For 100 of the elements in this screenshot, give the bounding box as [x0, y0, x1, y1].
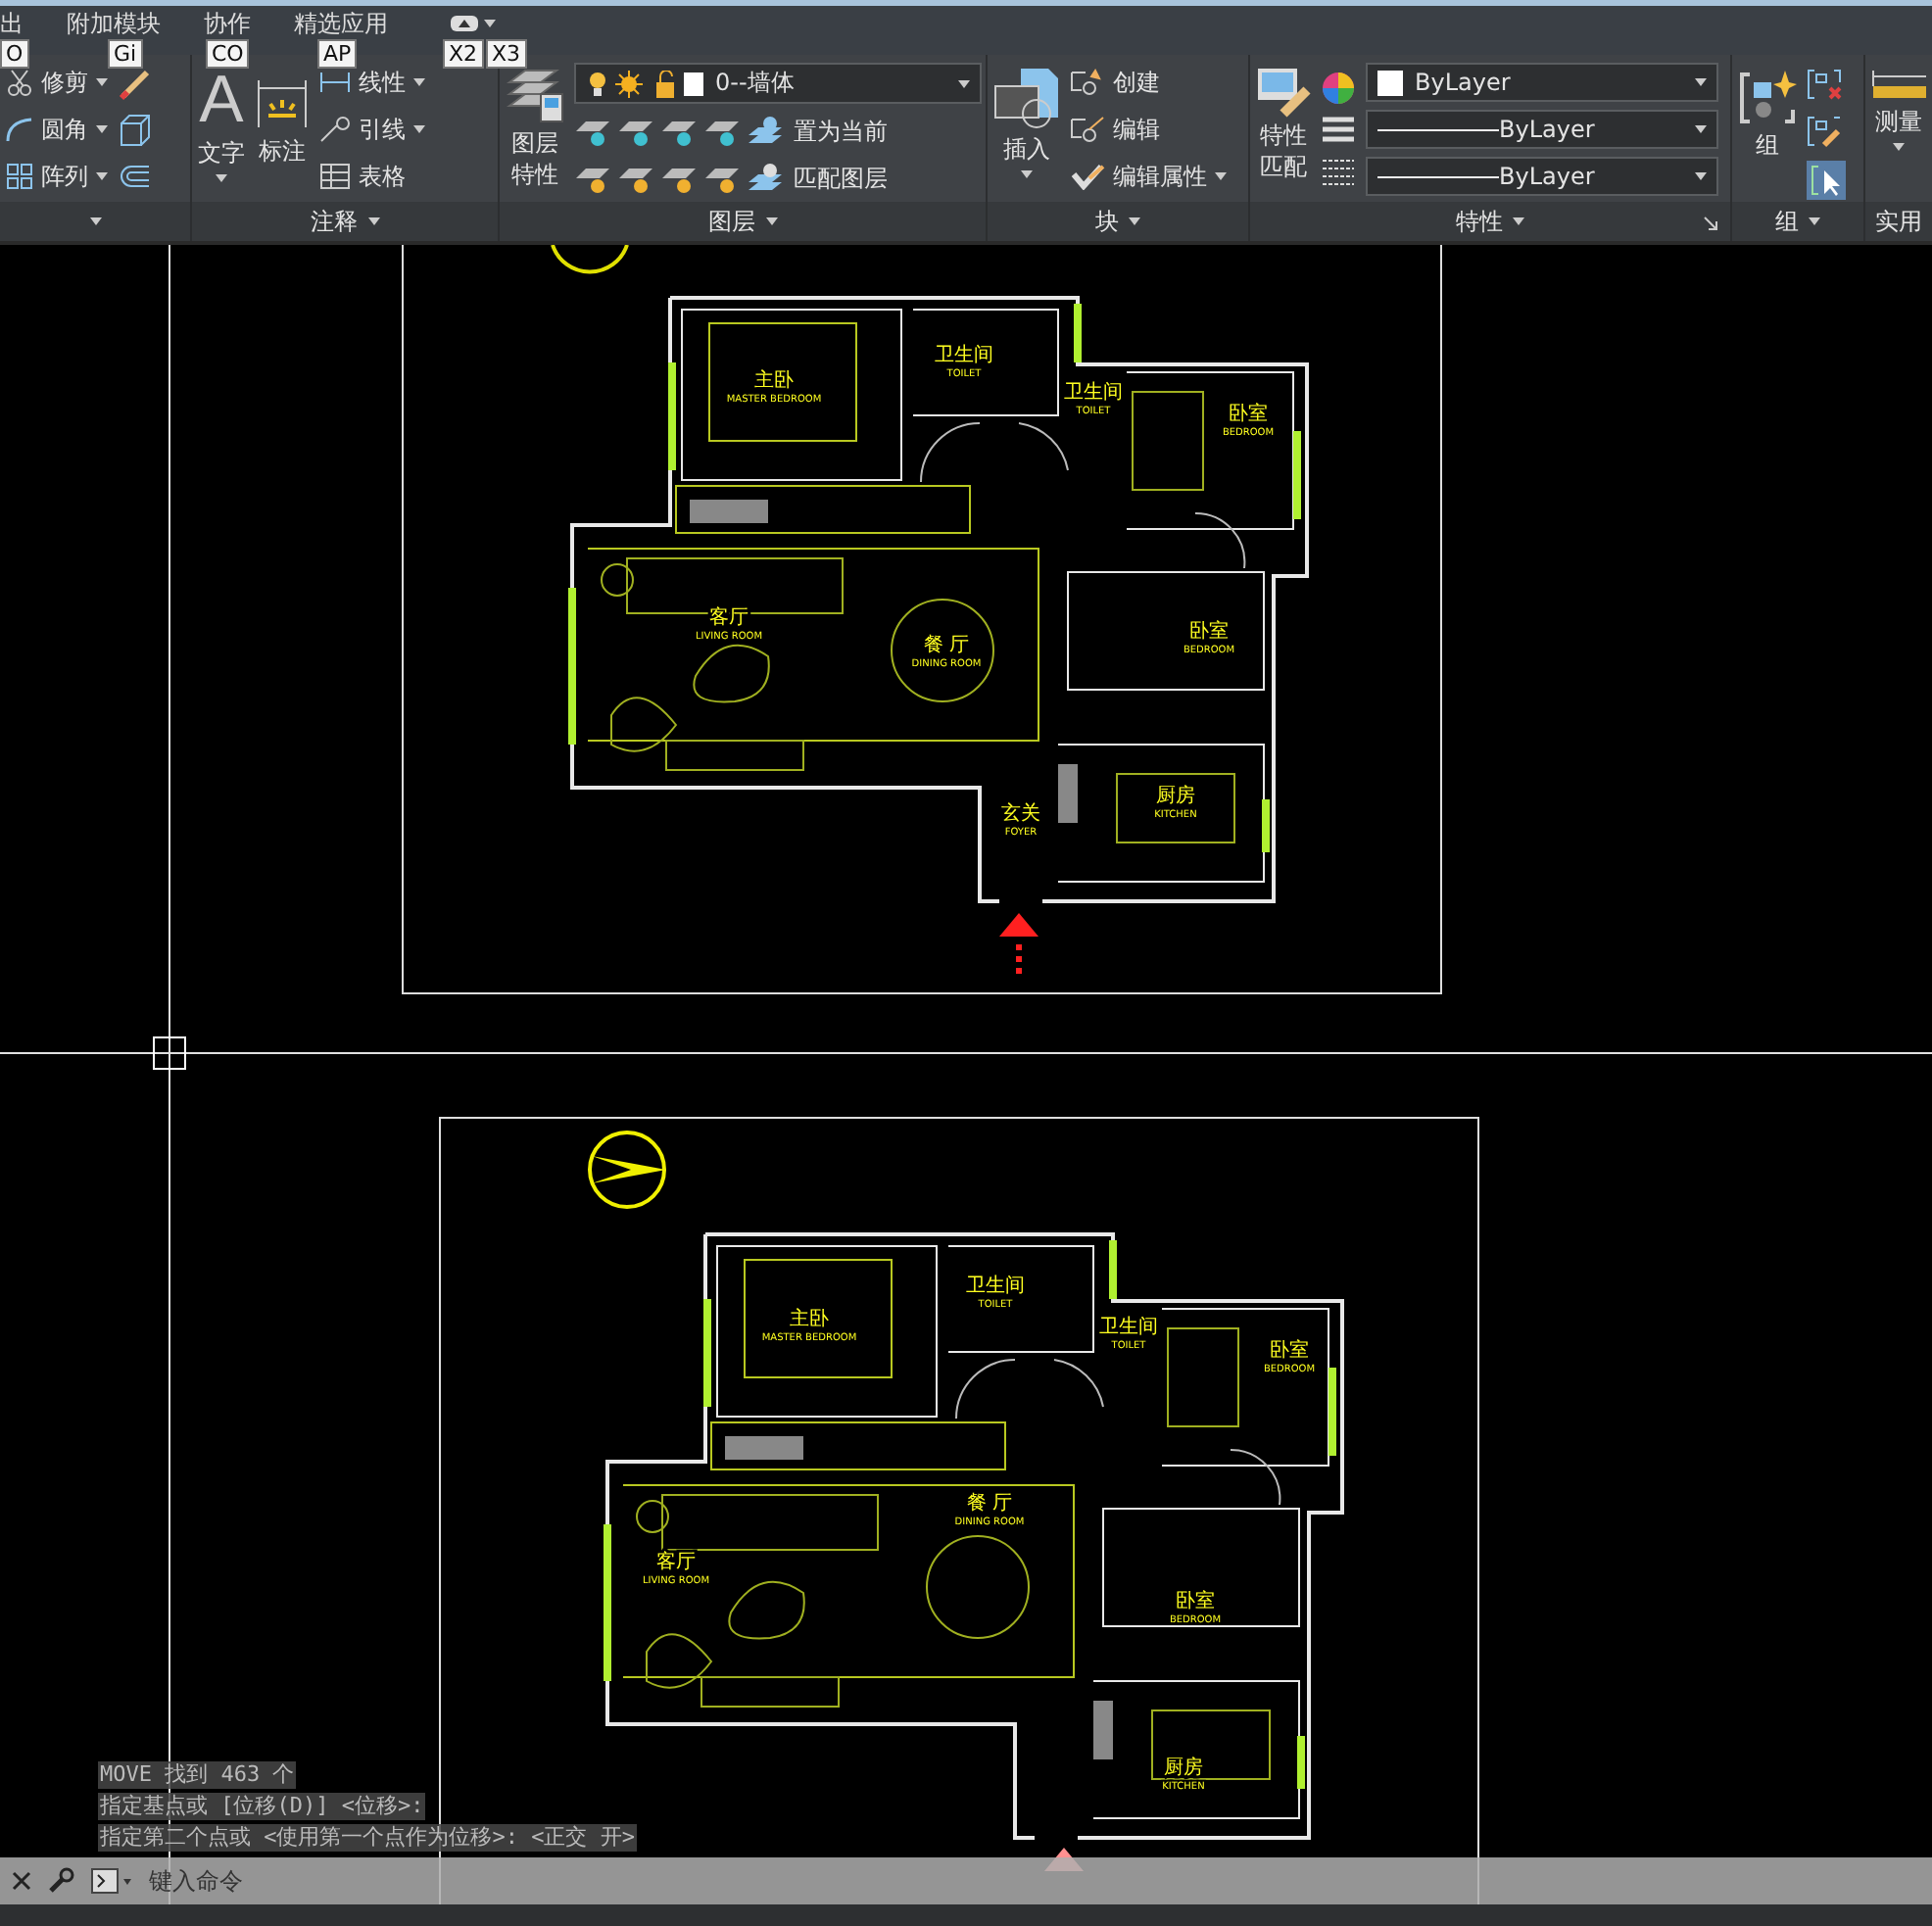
- text-tool-button[interactable]: A 文字: [198, 63, 245, 182]
- panel-footer[interactable]: 块: [988, 202, 1248, 241]
- layer-tool-icon[interactable]: [617, 116, 656, 147]
- layer-dropdown[interactable]: 0--墙体: [574, 63, 982, 104]
- line-sample: [1377, 128, 1499, 130]
- key-tip: X2: [443, 39, 484, 69]
- close-icon[interactable]: [12, 1871, 31, 1891]
- panel-footer[interactable]: 特性: [1250, 202, 1730, 241]
- property-dropdown[interactable]: ByLayer: [1366, 110, 1718, 149]
- group-icon: [1738, 67, 1797, 125]
- cursor-pickbox: [153, 1036, 186, 1070]
- ribbon-tool[interactable]: 编辑属性: [1070, 157, 1227, 196]
- wrench-icon[interactable]: [47, 1867, 74, 1895]
- ribbon-tool[interactable]: 引线: [319, 110, 425, 149]
- key-tip: AP: [317, 39, 358, 69]
- room-name: 餐 厅: [923, 635, 970, 656]
- ruler-icon: [1871, 67, 1926, 102]
- caret-icon: [1215, 172, 1227, 180]
- ribbon-tool[interactable]: 圆角: [6, 110, 108, 149]
- create-block-icon: [1070, 69, 1105, 96]
- caret-icon: [1129, 217, 1140, 225]
- room-name: 主卧: [754, 370, 794, 392]
- panel-footer[interactable]: 实用: [1865, 202, 1932, 241]
- ribbon-tool[interactable]: 修剪: [6, 63, 108, 102]
- ungroup-icon[interactable]: [1807, 67, 1842, 102]
- dimension-tool-button[interactable]: 标注: [255, 63, 310, 169]
- ribbon-tab[interactable]: 出: [0, 8, 24, 41]
- array-icon: [6, 163, 33, 190]
- room-name: 客厅: [709, 607, 749, 629]
- layer-tool-icon[interactable]: [660, 163, 700, 194]
- room-name: 卧室: [1270, 1340, 1309, 1362]
- color-wheel-icon: [1321, 71, 1356, 106]
- key-tip: CO: [206, 39, 250, 69]
- room-name: 餐 厅: [966, 1493, 1013, 1515]
- ribbon-tool[interactable]: 编辑: [1070, 110, 1227, 149]
- panel-footer[interactable]: 注释: [192, 202, 498, 241]
- measure-button[interactable]: 测量: [1871, 63, 1926, 151]
- panel-footer[interactable]: 图层: [500, 202, 986, 241]
- group-button[interactable]: 组: [1738, 63, 1797, 163]
- ribbon-tool[interactable]: 置为当前: [747, 112, 888, 151]
- command-prompt-icon[interactable]: [90, 1867, 133, 1895]
- lineweight-icon: [1321, 116, 1356, 147]
- collapse-icon: [451, 15, 478, 30]
- edit-attributes-icon: [1070, 163, 1105, 190]
- insert-block-button[interactable]: 插入: [993, 63, 1060, 178]
- room-name: 卧室: [1176, 1591, 1215, 1613]
- ribbon-tab[interactable]: 附加模块: [67, 8, 161, 41]
- group-select-icon[interactable]: [1807, 161, 1846, 200]
- caret-icon: [1695, 125, 1707, 133]
- layers-icon: [506, 67, 564, 125]
- table-icon: [319, 163, 351, 190]
- layer-tool-icon[interactable]: [703, 116, 743, 147]
- color-swatch: [1377, 70, 1403, 95]
- dialog-launcher-icon[interactable]: [1703, 216, 1718, 231]
- caret-icon: [1809, 217, 1820, 225]
- caret-icon: [413, 125, 425, 133]
- layer-tool-icon[interactable]: [574, 116, 613, 147]
- layer-tool-icon[interactable]: [660, 116, 700, 147]
- command-input[interactable]: 键入命令: [149, 1867, 737, 1895]
- layer-tool-icon[interactable]: [574, 163, 613, 194]
- ribbon-tool[interactable]: 表格: [319, 157, 425, 196]
- panel-footer[interactable]: 组: [1732, 202, 1863, 241]
- eraser-icon[interactable]: [118, 67, 153, 102]
- key-tip: Gi: [108, 39, 143, 69]
- line-sample: [1377, 175, 1499, 177]
- room-name: 主卧: [790, 1309, 829, 1330]
- group-edit-icon[interactable]: [1807, 114, 1842, 149]
- entrance-arrow-icon: [999, 913, 1038, 980]
- caret-icon: [1021, 170, 1033, 178]
- match-properties-icon: [1256, 67, 1311, 118]
- layer-state-icon: [586, 70, 703, 97]
- ribbon-tool[interactable]: 阵列: [6, 157, 108, 196]
- room-name: 卫生间: [1099, 1317, 1158, 1338]
- layer-properties-button[interactable]: 图层特性: [506, 63, 564, 190]
- room-name: 厨房: [1164, 1757, 1203, 1779]
- caret-icon: [216, 174, 227, 182]
- linear-dimension-icon: [319, 69, 351, 96]
- ribbon-tab[interactable]: 精选应用: [294, 8, 388, 41]
- layer-match-icon: [747, 163, 786, 194]
- fillet-icon: [6, 116, 33, 143]
- layer-tool-icon[interactable]: [703, 163, 743, 194]
- property-dropdown[interactable]: ByLayer: [1366, 157, 1718, 196]
- caret-icon: [1695, 78, 1707, 86]
- room-name: 卫生间: [1064, 382, 1123, 404]
- ribbon-tool[interactable]: 匹配图层: [747, 159, 888, 198]
- ribbon-tool[interactable]: 线性: [319, 63, 425, 102]
- room-name: 卫生间: [966, 1276, 1025, 1297]
- caret-icon: [367, 217, 379, 225]
- caret-icon: [96, 172, 108, 180]
- box-icon[interactable]: [118, 114, 153, 149]
- caret-icon: [765, 217, 777, 225]
- leader-icon: [319, 116, 351, 143]
- dimension-icon: [258, 79, 307, 128]
- ribbon-tool[interactable]: 创建: [1070, 63, 1227, 102]
- caret-icon: [1513, 217, 1524, 225]
- match-properties-button[interactable]: 特性匹配: [1256, 63, 1311, 182]
- minimize-ribbon-button[interactable]: [451, 15, 496, 30]
- layer-tool-icon[interactable]: [617, 163, 656, 194]
- ribbon-tab[interactable]: 协作: [204, 8, 251, 41]
- property-dropdown[interactable]: ByLayer: [1366, 63, 1718, 102]
